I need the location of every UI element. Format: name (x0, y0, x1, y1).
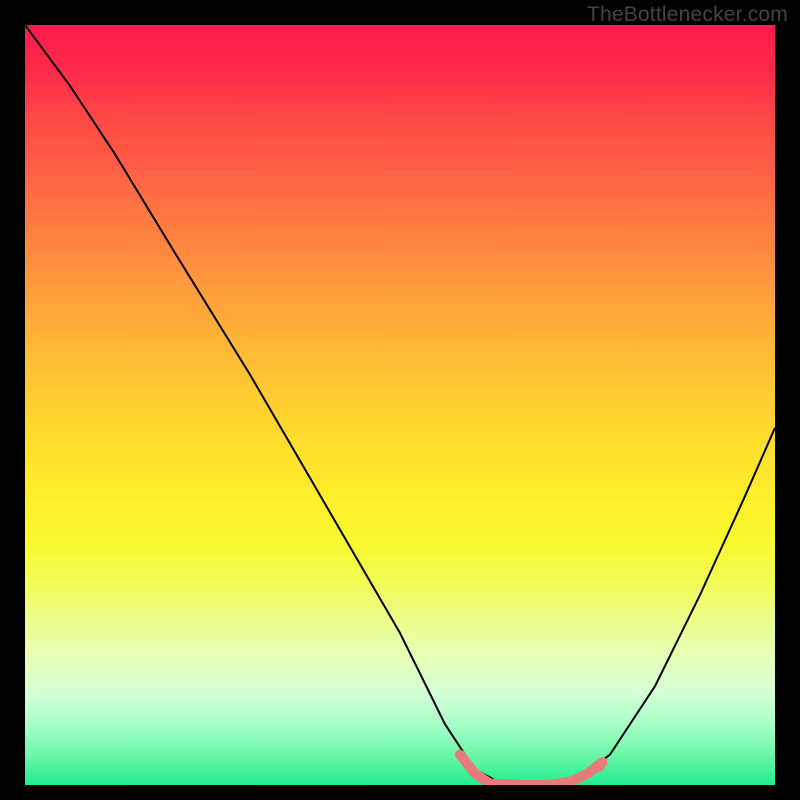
highlight-segment (460, 755, 603, 785)
chart-container: TheBottlenecker.com (0, 0, 800, 800)
marker-dot (593, 760, 605, 772)
marker-dot (455, 750, 465, 760)
bottleneck-curve (25, 25, 775, 785)
watermark-text: TheBottlenecker.com (587, 3, 788, 27)
chart-svg (25, 25, 775, 785)
plot-area (25, 25, 775, 785)
markers-group (455, 750, 605, 772)
